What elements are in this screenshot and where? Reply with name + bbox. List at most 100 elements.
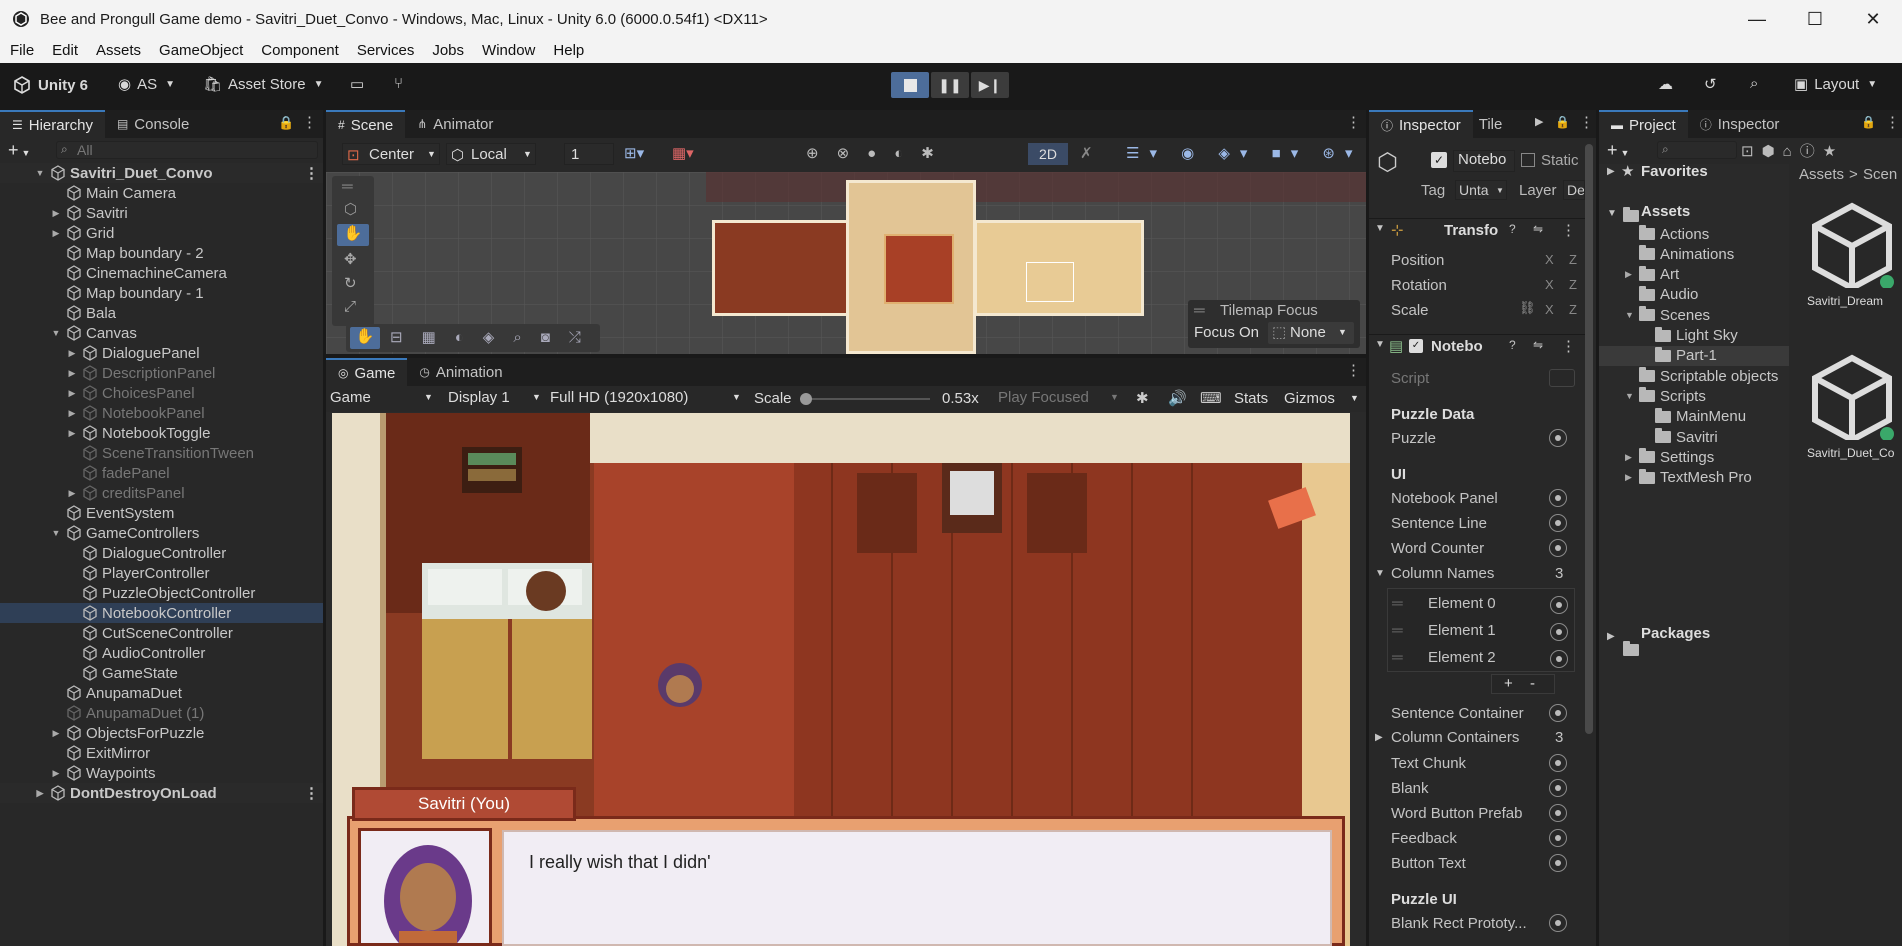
constrain-link-icon[interactable]: ⛓ [1519, 300, 1536, 316]
project-search-input[interactable]: ⌕ [1657, 141, 1737, 159]
hierarchy-item[interactable]: EventSystem [0, 503, 323, 523]
button-text-picker[interactable] [1549, 854, 1567, 872]
breadcrumb-scenes[interactable]: Scen [1863, 166, 1897, 183]
project-folder-item[interactable]: Light Sky [1599, 326, 1789, 346]
history-button[interactable]: ↺ [1704, 75, 1717, 93]
cloud-button[interactable]: ☁ [1658, 75, 1673, 93]
hierarchy-item[interactable]: fadePanel [0, 463, 323, 483]
breadcrumb-assets[interactable]: Assets [1799, 166, 1844, 183]
asset-store-dropdown[interactable]: 🛍 Asset Store ▼ [203, 75, 324, 94]
tab-console[interactable]: ▤ Console [105, 110, 201, 138]
hierarchy-item[interactable]: ▶ NotebookPanel [0, 403, 323, 423]
more-menu-icon[interactable]: ⋮ [1885, 113, 1900, 131]
project-folder-item[interactable]: Savitri [1599, 427, 1789, 447]
view-tool[interactable]: ⬡ [344, 200, 357, 218]
expand-arrow-icon[interactable]: ▶ [1375, 732, 1383, 743]
hierarchy-scene-row[interactable]: ▶ DontDestroyOnLoad ⋮ [0, 783, 323, 803]
more-menu-icon[interactable]: ⋮ [304, 784, 319, 802]
menu-window[interactable]: Window [482, 42, 535, 59]
scene-overlay-buttons[interactable]: ☰▾ ◉ ◈▾ ■▾ ⊛▾ [1126, 144, 1363, 162]
element-1-picker[interactable] [1550, 623, 1568, 641]
hierarchy-item[interactable]: DialogueController [0, 543, 323, 563]
hierarchy-item[interactable]: SceneTransitionTween [0, 443, 323, 463]
packages-folder-label[interactable]: Packages [1641, 625, 1710, 642]
element-2-picker[interactable] [1550, 650, 1568, 668]
lighting-toggle[interactable]: ✗ [1080, 144, 1093, 162]
project-folder-item[interactable]: Actions [1599, 224, 1789, 244]
rotation-x-field[interactable]: X [1545, 277, 1554, 292]
tab-project[interactable]: ▬ Project [1599, 110, 1688, 138]
account-dropdown[interactable]: ◉ AS ▼ [118, 75, 175, 94]
minimize-button[interactable]: — [1728, 0, 1786, 38]
project-folder-item[interactable]: Scriptable objects [1599, 366, 1789, 386]
menu-assets[interactable]: Assets [96, 42, 141, 59]
expand-arrow-icon[interactable]: ▶ [1607, 631, 1615, 642]
hierarchy-item[interactable]: ▼ Canvas [0, 323, 323, 343]
hierarchy-item[interactable]: CutSceneController [0, 623, 323, 643]
mute-audio-icon[interactable]: 🔊 [1168, 389, 1187, 407]
element-0-picker[interactable] [1550, 596, 1568, 614]
collapse-arrow-icon[interactable]: ▼ [1625, 391, 1639, 401]
project-folder-item[interactable]: Animations [1599, 244, 1789, 264]
scale-x-field[interactable]: X [1545, 302, 1554, 317]
lock-icon[interactable]: 🔒 [1861, 115, 1876, 129]
expand-arrow-icon[interactable]: ▶ [66, 348, 78, 359]
column-containers-count[interactable]: 3 [1555, 729, 1563, 746]
menu-edit[interactable]: Edit [52, 42, 78, 59]
hierarchy-item[interactable]: ▶ Grid [0, 223, 323, 243]
hierarchy-item[interactable]: ▶ NotebookToggle [0, 423, 323, 443]
pivot-dropdown[interactable]: ⊡ Center ▼ [342, 143, 440, 165]
pause-button[interactable]: ❚❚ [931, 72, 969, 98]
expand-arrow-icon[interactable]: ▶ [50, 728, 62, 739]
space-dropdown[interactable]: ⬡ Local ▼ [446, 143, 536, 165]
rotation-z-field[interactable]: Z [1569, 277, 1577, 292]
hierarchy-item[interactable]: ▶ ObjectsForPuzzle [0, 723, 323, 743]
stats-button[interactable]: Stats [1234, 390, 1268, 407]
hierarchy-item[interactable]: ▶ DialoguePanel [0, 343, 323, 363]
maximize-button[interactable]: ☐ [1786, 0, 1844, 38]
hierarchy-search-input[interactable]: ⌕ All [56, 141, 318, 159]
hierarchy-item[interactable]: AnupamaDuet [0, 683, 323, 703]
collapse-arrow-icon[interactable]: ▼ [34, 168, 46, 178]
more-menu-icon[interactable]: ⋮ [1561, 337, 1576, 355]
collapse-arrow-icon[interactable]: ▼ [1607, 208, 1617, 219]
hierarchy-item[interactable]: CinemachineCamera [0, 263, 323, 283]
scale-slider[interactable] [800, 393, 930, 405]
move-tool[interactable]: ✥ [344, 250, 357, 268]
hierarchy-item[interactable]: ▶ DescriptionPanel [0, 363, 323, 383]
dialogue-text-area[interactable] [502, 830, 1332, 946]
play-button[interactable] [891, 72, 929, 98]
menu-help[interactable]: Help [553, 42, 584, 59]
drag-handle[interactable]: ═ [342, 178, 353, 195]
hierarchy-item[interactable]: AnupamaDuet (1) [0, 703, 323, 723]
unity-account-button[interactable]: Unity 6 [12, 75, 88, 95]
display-dropdown[interactable]: Display 1 ▼ [448, 389, 544, 409]
layer-dropdown[interactable]: De [1563, 180, 1585, 200]
expand-arrow-icon[interactable]: ▶ [50, 768, 62, 779]
drag-handle[interactable]: ═ [1392, 622, 1403, 639]
tab-hierarchy[interactable]: ☰ Hierarchy [0, 110, 105, 138]
project-folder-item[interactable]: Audio [1599, 285, 1789, 305]
project-folder-item[interactable]: ▶ Art [1599, 265, 1789, 285]
hierarchy-item[interactable]: ▶ Savitri [0, 203, 323, 223]
hand-tool[interactable]: ✋ [337, 224, 369, 246]
keyboard-icon[interactable]: ⌨ [1200, 389, 1222, 407]
transform-component-header[interactable]: ▼ ⊹ Transfo ? ⇋ ⋮ [1369, 218, 1585, 242]
drag-handle[interactable]: ═ [1392, 649, 1403, 666]
lock-icon[interactable]: 🔒 [278, 115, 294, 131]
scale-slider-handle[interactable] [800, 393, 812, 405]
drag-handle[interactable]: ═ [1194, 302, 1205, 319]
project-folder-item[interactable]: ▶ Settings [1599, 447, 1789, 467]
expand-arrow-icon[interactable]: ▶ [1625, 452, 1639, 463]
puzzle-object-picker[interactable] [1549, 429, 1567, 447]
search-button[interactable]: ⌕ [1750, 75, 1758, 92]
grid-snap-button[interactable]: ▦▾ [672, 144, 694, 162]
hierarchy-item[interactable]: PlayerController [0, 563, 323, 583]
project-folder-item[interactable]: ▼ Scenes [1599, 305, 1789, 325]
tab-scene[interactable]: # Scene [326, 110, 406, 138]
chevron-down-icon[interactable]: ▼ [1350, 393, 1359, 403]
rotate-tool[interactable]: ↻ [344, 274, 357, 292]
hierarchy-item[interactable]: AudioController [0, 643, 323, 663]
component-enabled-checkbox[interactable]: ✓ [1409, 339, 1423, 353]
tab-inspector[interactable]: ⓘ Inspector [1369, 110, 1473, 138]
